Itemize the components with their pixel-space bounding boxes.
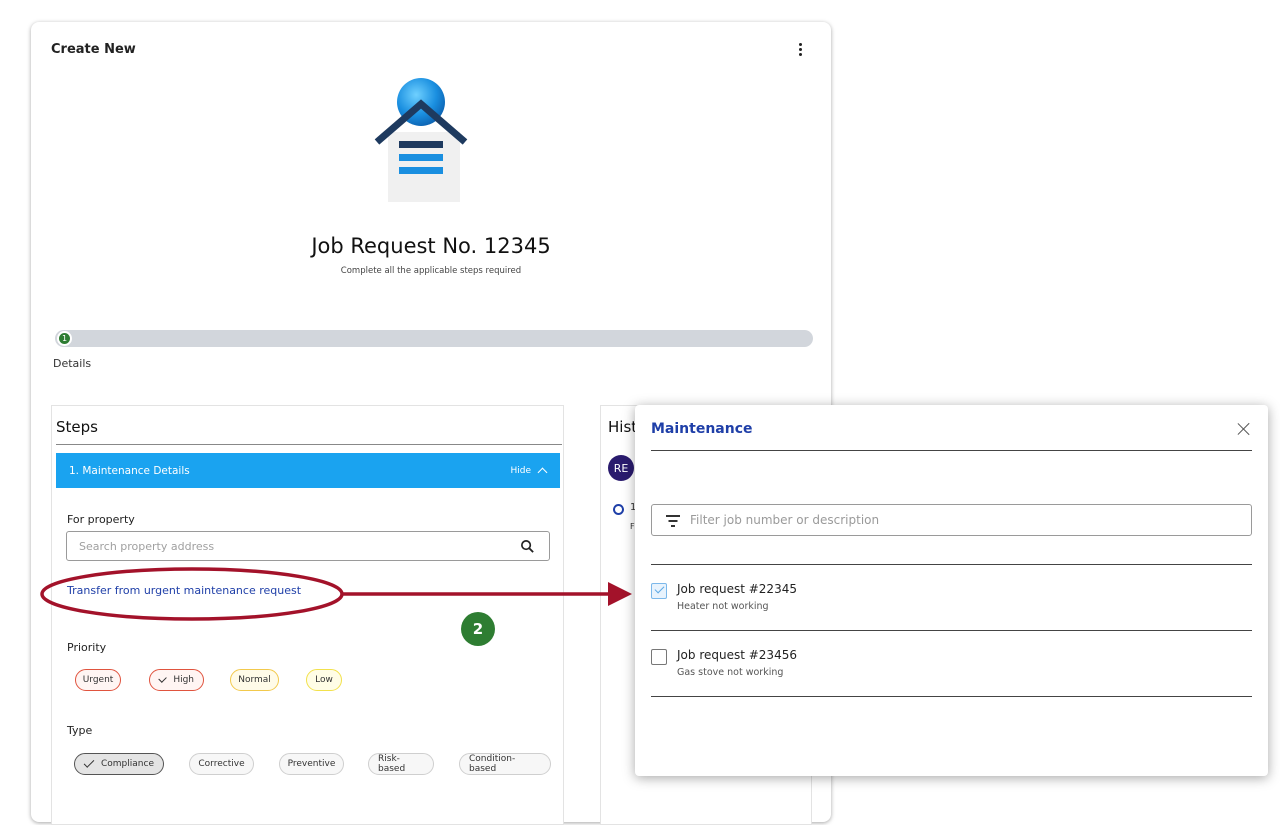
accordion-title: 1. Maintenance Details: [69, 464, 190, 477]
more-vert-icon[interactable]: [792, 40, 808, 58]
property-search-input[interactable]: [67, 532, 507, 560]
job-item-description: Gas stove not working: [677, 667, 784, 678]
checkbox-checked[interactable]: [651, 583, 667, 599]
maintenance-modal: Maintenance Job request #22345 Heater no…: [635, 405, 1268, 776]
job-title: Job Request No. 12345: [311, 234, 551, 258]
annotation-badge: 2: [461, 612, 495, 646]
type-label: Type: [67, 724, 93, 737]
step-label: Details: [53, 357, 92, 370]
filter-field[interactable]: [651, 504, 1252, 536]
chip-low[interactable]: Low: [306, 669, 342, 691]
close-icon[interactable]: [1236, 421, 1252, 437]
filter-icon: [666, 515, 680, 527]
job-item-name: Job request #22345: [677, 582, 797, 596]
list-item[interactable]: Job request #22345 Heater not working: [651, 575, 1252, 641]
divider: [56, 444, 562, 445]
history-entry-subtext: F: [630, 522, 635, 531]
chip-urgent[interactable]: Urgent: [75, 669, 121, 691]
chevron-up-icon: [537, 467, 548, 478]
chip-compliance[interactable]: Compliance: [74, 753, 164, 775]
divider: [651, 450, 1252, 451]
priority-label: Priority: [67, 641, 107, 654]
divider: [651, 564, 1252, 565]
chip-high[interactable]: High: [149, 669, 204, 691]
history-heading: Hist: [608, 418, 638, 436]
step-indicator[interactable]: 1: [57, 331, 72, 346]
hide-toggle[interactable]: Hide: [510, 465, 548, 478]
type-chips: Compliance Corrective Preventive Risk-ba…: [74, 753, 551, 775]
priority-chips: Urgent High Normal Low: [75, 669, 342, 691]
filter-input[interactable]: [690, 505, 1230, 535]
job-subtitle: Complete all the applicable steps requir…: [340, 266, 522, 276]
search-icon[interactable]: [520, 539, 535, 554]
chip-preventive[interactable]: Preventive: [279, 753, 344, 775]
chip-risk-based[interactable]: Risk-based: [368, 753, 434, 775]
card-title: Create New: [51, 42, 136, 57]
accordion-maintenance-details[interactable]: 1. Maintenance Details Hide: [56, 453, 560, 488]
divider: [651, 630, 1252, 631]
hide-label: Hide: [510, 465, 531, 476]
property-search-field[interactable]: [66, 531, 550, 561]
steps-heading: Steps: [56, 418, 98, 436]
divider: [651, 696, 1252, 697]
checkbox[interactable]: [651, 649, 667, 665]
check-icon: [158, 674, 168, 683]
check-icon: [83, 757, 95, 768]
list-item[interactable]: Job request #23456 Gas stove not working: [651, 641, 1252, 707]
transfer-urgent-link[interactable]: Transfer from urgent maintenance request: [67, 584, 301, 597]
chip-corrective[interactable]: Corrective: [189, 753, 254, 775]
progress-track: [55, 330, 813, 347]
job-item-name: Job request #23456: [677, 648, 797, 662]
timeline-dot-icon: [613, 504, 624, 515]
chip-condition-based[interactable]: Condition-based: [459, 753, 551, 775]
avatar[interactable]: RE: [608, 455, 634, 481]
modal-title: Maintenance: [651, 421, 753, 437]
job-item-description: Heater not working: [677, 601, 769, 612]
house-logo-icon: [374, 78, 468, 202]
chip-normal[interactable]: Normal: [230, 669, 279, 691]
for-property-label: For property: [67, 513, 135, 526]
